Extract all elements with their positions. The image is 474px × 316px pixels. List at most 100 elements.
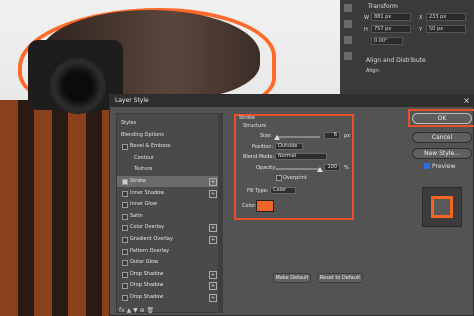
position-label: Position:: [252, 144, 274, 150]
x-label: X: [419, 15, 423, 21]
style-label: Texture: [134, 166, 153, 173]
stroke-title: Stroke: [239, 115, 255, 121]
style-list-item[interactable]: Drop Shadow +: [117, 292, 221, 303]
y-field[interactable]: 50 px: [426, 25, 466, 33]
style-label: Stroke: [130, 178, 146, 184]
style-label: Blending Options: [121, 131, 164, 138]
w-field[interactable]: 881 px: [371, 13, 411, 21]
angle-field[interactable]: 0.00°: [371, 37, 403, 45]
style-checkbox[interactable]: [122, 225, 128, 232]
style-list-item[interactable]: Color Overlay +: [117, 222, 221, 233]
style-checkbox[interactable]: [122, 248, 128, 255]
layer-style-dialog: Layer Style × Styles Blending Options Beve…: [109, 94, 474, 316]
add-icon[interactable]: +: [209, 236, 217, 244]
overprint-checkbox[interactable]: [276, 175, 282, 181]
add-icon[interactable]: +: [209, 270, 217, 279]
style-label: Drop Shadow: [130, 282, 164, 289]
size-slider[interactable]: [276, 136, 320, 138]
style-list-item[interactable]: Pattern Overlay: [117, 246, 221, 257]
preview-square: [431, 196, 453, 218]
tool-icon[interactable]: [344, 52, 352, 60]
style-list-item[interactable]: Inner Shadow +: [117, 188, 221, 199]
style-checkbox[interactable]: [122, 295, 128, 301]
reset-default-button[interactable]: Reset to Default: [317, 273, 363, 283]
h-label: H: [364, 27, 368, 33]
style-list-item[interactable]: Stroke +: [117, 176, 221, 187]
x-field[interactable]: 233 px: [426, 13, 466, 21]
new-style-button[interactable]: New Style...: [412, 148, 472, 159]
structure-title: Structure: [243, 123, 267, 129]
style-list-item[interactable]: Inner Glow: [117, 199, 221, 210]
preview-checkbox[interactable]: [424, 163, 430, 169]
styles-bottom-icons[interactable]: fx ▲ ▼ ⊕ 🗑: [119, 307, 154, 314]
opacity-slider[interactable]: [276, 168, 320, 170]
tool-icon[interactable]: [344, 36, 352, 44]
fill-type-label: Fill Type:: [247, 188, 269, 194]
add-icon[interactable]: +: [209, 282, 217, 291]
blend-mode-label: Blend Mode:: [243, 154, 275, 160]
overprint-label: Overprint: [283, 175, 307, 181]
style-label: Inner Shadow: [130, 189, 165, 196]
style-label: Gradient Overlay: [130, 236, 173, 242]
transform-title: Transform: [368, 3, 398, 10]
style-list-item[interactable]: Gradient Overlay +: [117, 234, 221, 245]
style-list-item[interactable]: Blending Options: [117, 130, 221, 141]
dialog-title: Layer Style: [115, 97, 149, 104]
blend-mode-select[interactable]: Normal: [275, 153, 327, 160]
style-list-item[interactable]: Styles: [117, 118, 221, 129]
plaid-coat: [0, 100, 120, 316]
style-checkbox[interactable]: [122, 179, 128, 185]
size-field[interactable]: 6: [324, 132, 340, 139]
stroke-color-swatch[interactable]: [256, 200, 274, 212]
preview-thumbnail: [422, 187, 462, 227]
style-label: Pattern Overlay: [130, 247, 170, 254]
style-list-item[interactable]: Drop Shadow +: [117, 269, 221, 280]
opacity-unit: %: [344, 165, 349, 171]
opacity-field[interactable]: 100: [324, 164, 340, 171]
style-checkbox[interactable]: [122, 283, 128, 290]
cancel-button[interactable]: Cancel: [412, 132, 472, 143]
dialog-titlebar: Layer Style ×: [110, 95, 474, 107]
style-label: Inner Glow: [130, 201, 157, 208]
add-icon[interactable]: +: [209, 189, 217, 198]
styles-list: Styles Blending Options Bevel & Emboss Cont…: [116, 113, 222, 313]
opacity-slider-thumb[interactable]: [317, 167, 323, 172]
size-slider-thumb[interactable]: [274, 135, 280, 140]
style-checkbox[interactable]: [122, 271, 128, 278]
add-icon[interactable]: +: [209, 178, 217, 186]
color-label: Color:: [242, 203, 257, 209]
y-label: Y: [419, 27, 423, 33]
style-list-item[interactable]: Drop Shadow +: [117, 280, 221, 291]
style-list-item[interactable]: Texture: [117, 164, 221, 175]
style-checkbox[interactable]: [122, 190, 128, 197]
style-list-item[interactable]: Bevel & Emboss: [117, 141, 221, 152]
w-label: W: [364, 15, 369, 21]
styles-scrollbar[interactable]: [218, 113, 223, 313]
ok-button[interactable]: OK: [412, 113, 472, 124]
style-checkbox[interactable]: [122, 237, 128, 243]
style-label: Bevel & Emboss: [130, 143, 171, 150]
opacity-label: Opacity:: [256, 165, 277, 171]
style-checkbox[interactable]: [122, 202, 128, 209]
style-label: Drop Shadow: [130, 270, 164, 277]
h-field[interactable]: 757 px: [371, 25, 411, 33]
fill-type-select[interactable]: Color: [270, 187, 296, 194]
panel-icons: [344, 4, 354, 68]
position-select[interactable]: Outside: [275, 143, 303, 150]
align-label: Align:: [366, 68, 381, 74]
style-checkbox[interactable]: [122, 260, 128, 267]
style-label: Contour: [134, 154, 154, 161]
style-list-item[interactable]: Satin: [117, 211, 221, 222]
tool-icon[interactable]: [344, 20, 352, 28]
style-list-item[interactable]: Outer Glow: [117, 257, 221, 268]
preview-label: Preview: [432, 163, 456, 170]
add-icon[interactable]: +: [209, 224, 217, 233]
size-unit: px: [344, 133, 351, 139]
style-checkbox[interactable]: [122, 213, 128, 220]
style-checkbox[interactable]: [122, 144, 128, 151]
make-default-button[interactable]: Make Default: [273, 273, 311, 283]
close-icon[interactable]: ×: [463, 96, 470, 105]
style-list-item[interactable]: Contour: [117, 153, 221, 164]
tool-icon[interactable]: [344, 4, 352, 12]
add-icon[interactable]: +: [209, 294, 217, 302]
